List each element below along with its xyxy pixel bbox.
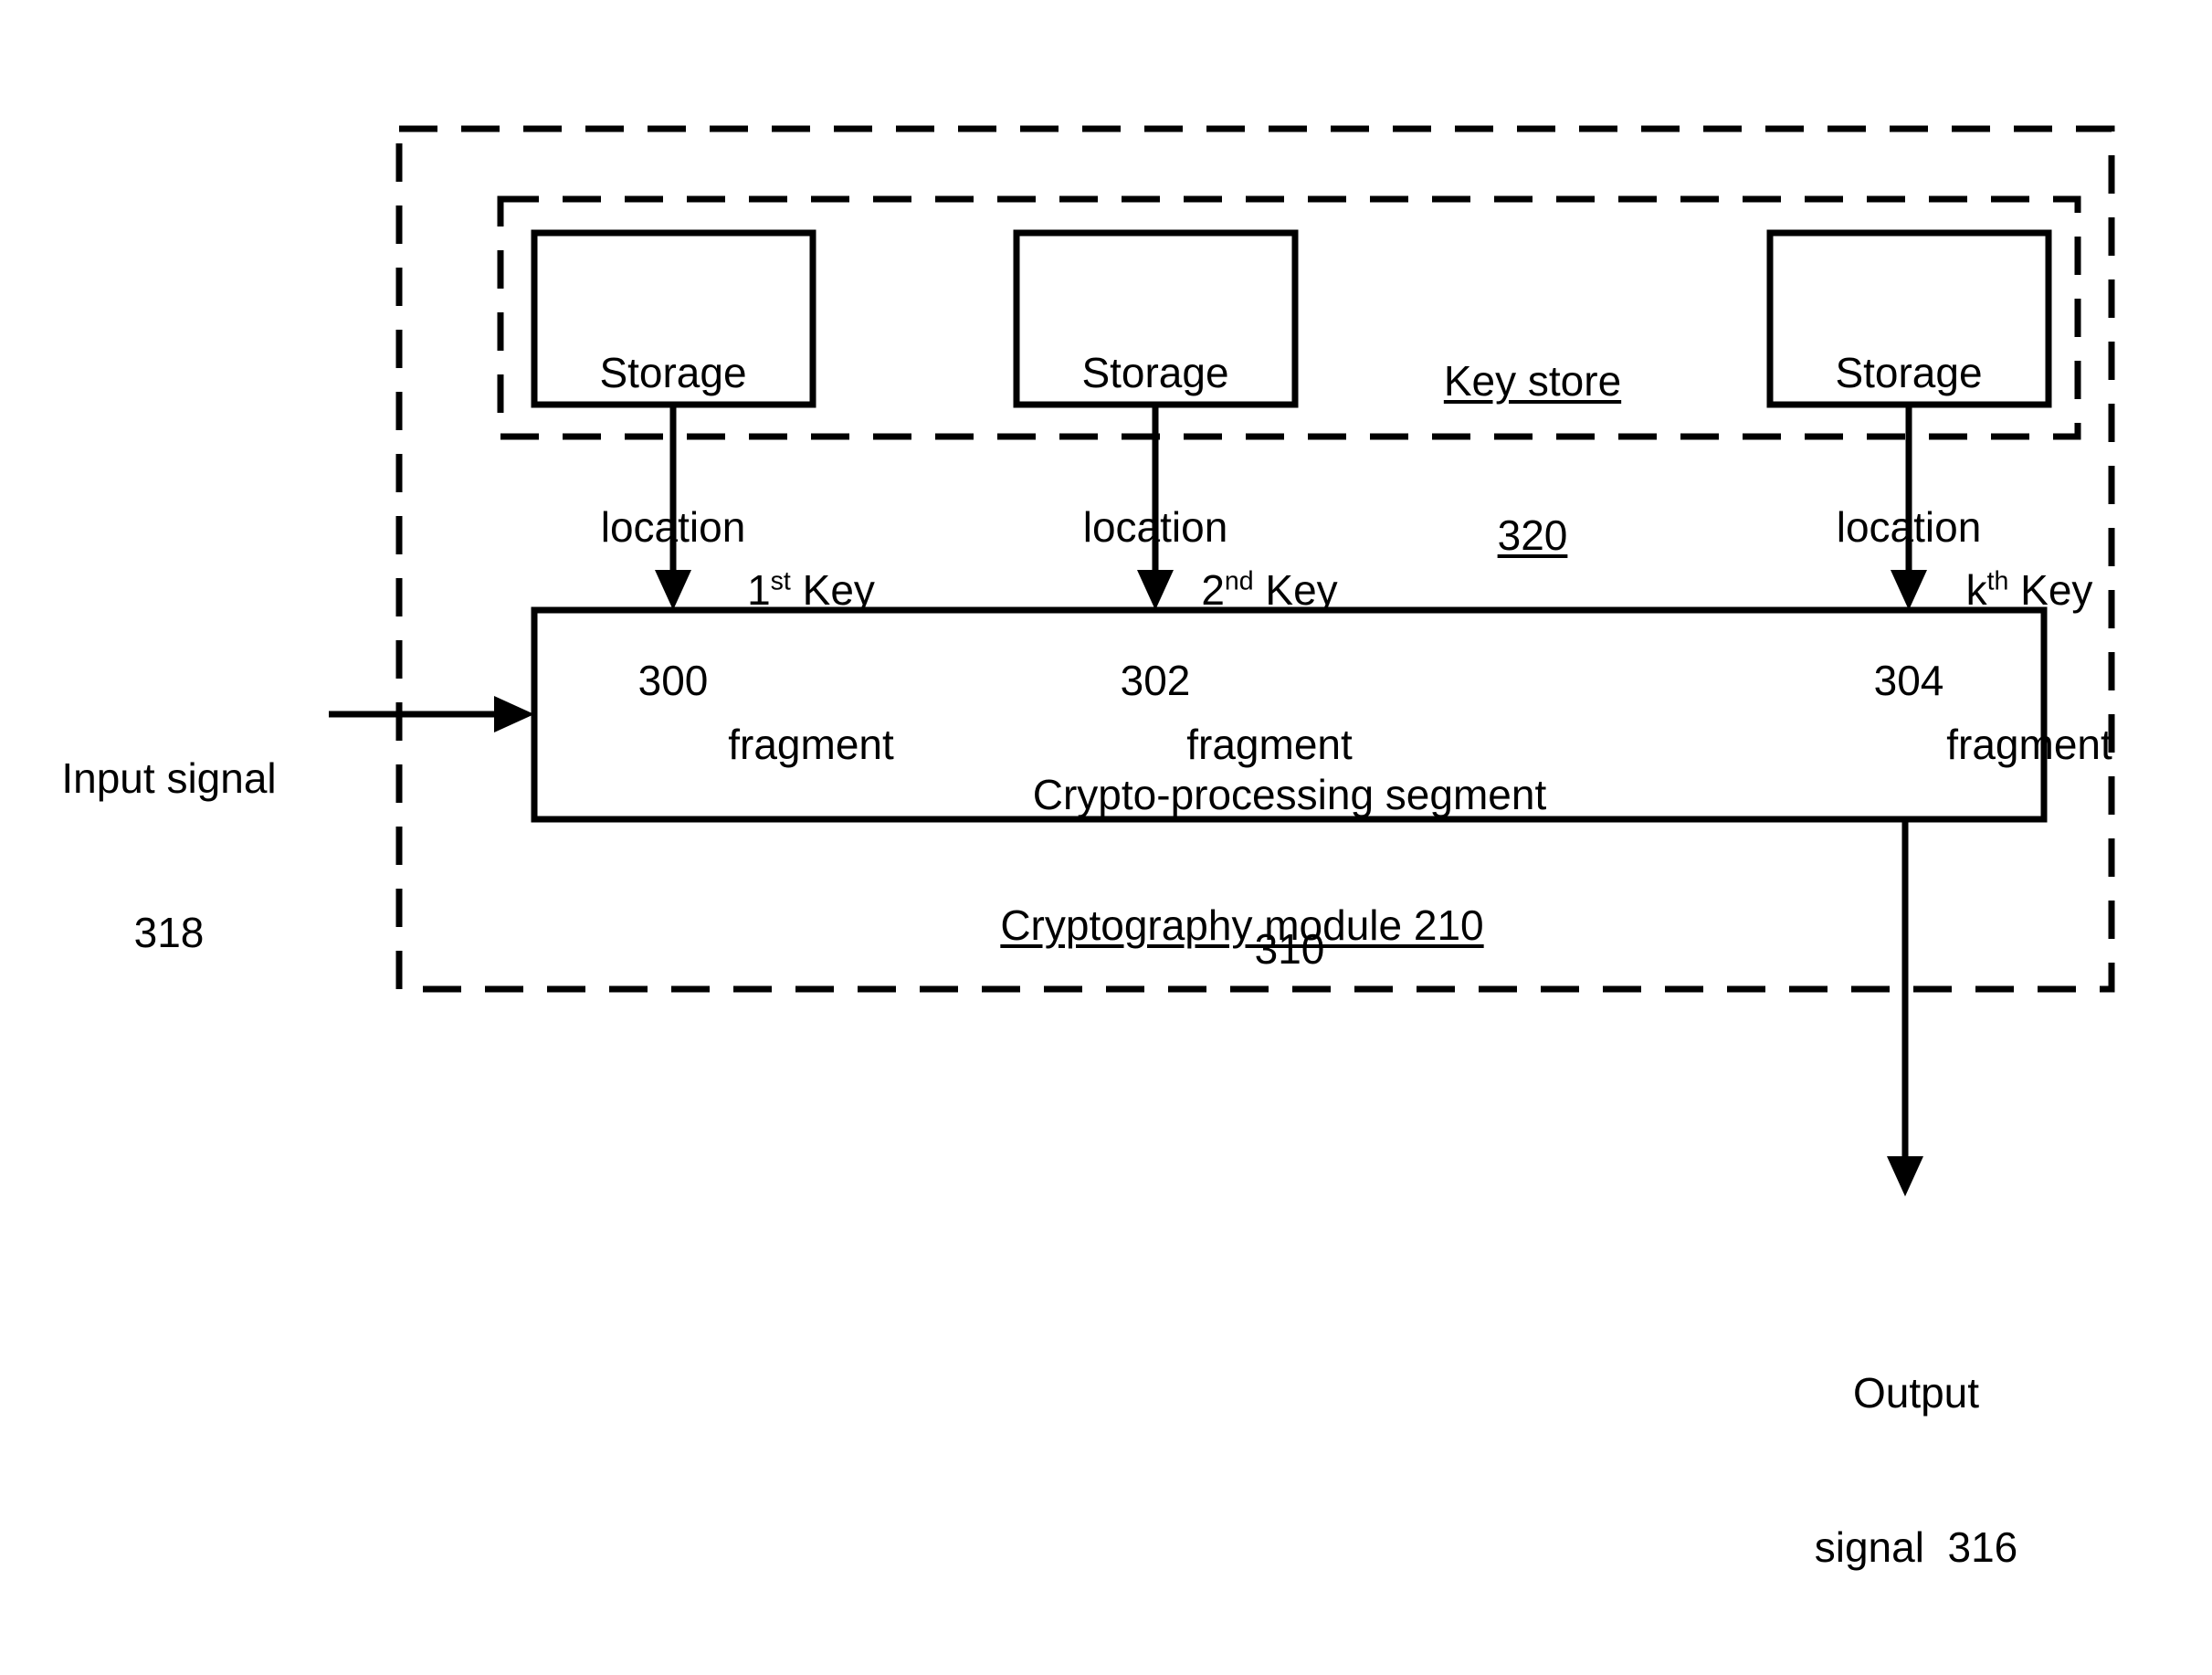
output-signal-line1: Output <box>1852 1369 1980 1417</box>
key-fragment-k-label: kth Key fragment <box>1874 462 2185 872</box>
key-fragment-k-ordinal: k <box>1965 566 1987 615</box>
key-fragment-2-ordinal: 2 <box>1201 566 1225 615</box>
key-fragment-k-suffix: th <box>1986 566 2009 596</box>
key-store-label-line1: Key store <box>1443 357 1622 406</box>
output-signal-arrow-head <box>1887 1156 1923 1196</box>
key-fragment-2-suffix: nd <box>1224 566 1254 596</box>
key-fragment-1-suffix: st <box>770 566 791 596</box>
input-signal-label: Input signal 318 <box>5 650 333 1060</box>
key-fragment-2-word: Key <box>1265 566 1338 615</box>
figure-canvas: Storage location 300 Storage location 30… <box>0 0 2212 1571</box>
output-signal-label: Output signal 316 <box>1724 1265 2108 1675</box>
storage-location-304-line1: Storage <box>1835 349 1983 397</box>
input-signal-arrow-head <box>494 696 534 732</box>
key-fragment-k-word: Key <box>2020 566 2093 615</box>
key-fragment-1-word: Key <box>802 566 875 615</box>
storage-location-302-line1: Storage <box>1081 349 1229 397</box>
key-fragment-1-ordinal: 1 <box>747 566 771 615</box>
key-fragment-2-line1: 2nd Key <box>1114 564 1425 616</box>
cryptography-module-label: Cryptography module 210 <box>1000 901 1484 949</box>
key-fragment-k-line2: fragment <box>1946 720 2112 768</box>
input-signal-line2: 318 <box>133 908 205 956</box>
crypto-processing-segment-line1: Crypto-processing segment <box>1032 771 1547 819</box>
key-fragment-1-line1: 1st Key <box>656 564 966 616</box>
storage-location-300-line1: Storage <box>599 349 747 397</box>
key-fragment-k-line1: kth Key <box>1874 564 2185 616</box>
output-signal-line2: signal 316 <box>1814 1522 2018 1571</box>
crypto-processing-segment-label: Crypto-processing segment 310 <box>879 667 1701 1077</box>
input-signal-line1: Input signal <box>61 754 277 803</box>
